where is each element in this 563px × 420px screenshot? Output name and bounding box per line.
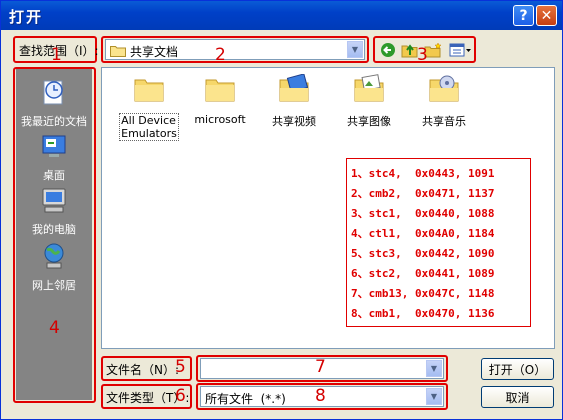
file-label: 共享视频 [272, 115, 316, 128]
open-button[interactable]: 打开（O） [481, 358, 554, 380]
filetype-dropdown-button[interactable]: ▼ [426, 388, 442, 405]
lookin-value: 共享文档 [130, 45, 179, 59]
place-recent-documents[interactable]: 我最近的文档 [16, 77, 92, 129]
back-button[interactable] [378, 41, 398, 59]
annotation-line: 6、stc2, 0x0441, 1089 [351, 267, 495, 280]
file-label: All Device [121, 114, 176, 127]
views-menu-icon [449, 43, 471, 57]
filetype-value: 所有文件 (*.*) [205, 392, 286, 406]
network-places-icon [44, 243, 64, 269]
annotation-line: 4、ctl1, 0x04A0, 1184 [351, 227, 495, 240]
file-label: 共享图像 [347, 115, 391, 128]
control-id-annotation-box: 1、stc4, 0x0443, 1091 2、cmb2, 0x0471, 113… [346, 158, 531, 327]
annotation-line: 3、stc1, 0x0440, 1088 [351, 207, 495, 220]
place-label: 我最近的文档 [21, 115, 87, 128]
place-desktop[interactable]: 桌面 [16, 131, 92, 183]
lookin-dropdown-button[interactable]: ▼ [347, 41, 363, 58]
chevron-down-icon: ▼ [351, 45, 359, 54]
callout-number-3: 3 [417, 45, 428, 65]
file-label: 共享音乐 [422, 115, 466, 128]
annotation-line: 7、cmb13, 0x047C, 1148 [351, 287, 495, 300]
annotation-line: 2、cmb2, 0x0471, 1137 [351, 187, 495, 200]
cancel-button-label: 取消 [505, 390, 530, 405]
place-my-computer[interactable]: 我的电脑 [16, 185, 92, 237]
place-network[interactable]: 网上邻居 [16, 241, 92, 293]
annotation-line: 5、stc3, 0x0442, 1090 [351, 247, 495, 260]
places-bar: 我最近的文档 桌面 我的电脑 网上邻居 [16, 69, 92, 400]
file-item-microsoft[interactable]: microsoft [179, 74, 261, 126]
my-computer-icon [42, 188, 66, 213]
desktop-icon [42, 135, 66, 157]
window-title: 打开 [9, 8, 44, 26]
close-button[interactable]: ✕ [536, 5, 557, 26]
lookin-combo[interactable]: 共享文档 ▼ [105, 39, 365, 60]
shared-music-folder-icon [429, 75, 459, 102]
place-label: 桌面 [43, 169, 65, 182]
place-label: 我的电脑 [32, 223, 76, 236]
back-icon [381, 43, 395, 57]
shared-video-folder-icon [279, 73, 309, 102]
callout-number-1: 1 [51, 45, 62, 65]
views-menu-button[interactable] [448, 41, 472, 59]
chevron-down-icon: ▼ [430, 392, 438, 401]
title-bar[interactable]: 打开 ? ✕ [1, 1, 562, 30]
open-dialog: 打开 ? ✕ 查找范围（I）: 1 共享文档 ▼ 2 3 我最近的文档 桌面 我… [0, 0, 563, 420]
callout-number-2: 2 [215, 45, 226, 65]
folder-icon [205, 79, 235, 102]
folder-small-icon [110, 46, 126, 57]
callout-number-4: 4 [49, 318, 60, 338]
file-label: Emulators [121, 127, 177, 140]
shared-pictures-folder-icon [354, 74, 384, 102]
callout-number-8: 8 [315, 386, 326, 406]
filename-dropdown-button[interactable]: ▼ [426, 360, 442, 377]
file-item-shared-pictures[interactable]: 共享图像 [328, 74, 410, 129]
callout-number-6: 6 [175, 386, 186, 406]
file-item-shared-video[interactable]: 共享视频 [253, 73, 335, 129]
file-item-shared-music[interactable]: 共享音乐 [403, 74, 485, 129]
file-item-all-device-emulators[interactable]: All Device Emulators [108, 74, 190, 141]
close-icon: ✕ [540, 7, 553, 24]
help-icon: ? [519, 7, 528, 24]
place-label: 网上邻居 [32, 279, 76, 292]
open-button-label: 打开（O） [488, 362, 547, 377]
annotation-line: 1、stc4, 0x0443, 1091 [351, 167, 495, 180]
file-label: microsoft [194, 113, 246, 126]
annotation-line: 8、cmb1, 0x0470, 1136 [351, 307, 495, 320]
chevron-down-icon: ▼ [430, 364, 438, 373]
callout-number-5: 5 [175, 357, 186, 377]
recent-documents-icon [43, 80, 63, 105]
callout-number-7: 7 [315, 357, 326, 377]
filename-label: 文件名（N）: [106, 363, 180, 377]
file-label-selected: All Device Emulators [119, 113, 179, 141]
help-button[interactable]: ? [513, 5, 534, 26]
folder-icon [134, 79, 164, 102]
cancel-button[interactable]: 取消 [481, 386, 554, 408]
